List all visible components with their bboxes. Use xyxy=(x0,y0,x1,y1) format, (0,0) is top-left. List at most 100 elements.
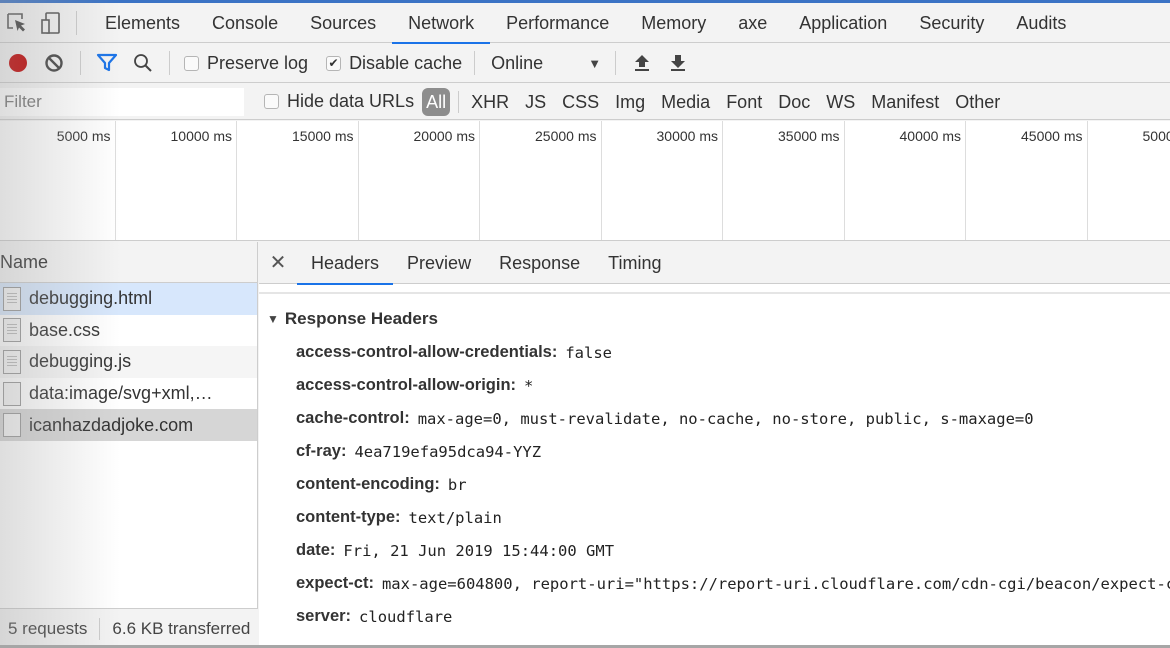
header-name: cf-ray: xyxy=(296,442,347,460)
timeline-division: 25000 ms xyxy=(480,121,602,240)
tab-network[interactable]: Network xyxy=(392,3,491,44)
request-name: base.css xyxy=(29,319,101,340)
header-name: cache-control: xyxy=(296,409,410,427)
record-icon xyxy=(9,54,27,72)
request-row[interactable]: icanhazdadjoke.com xyxy=(0,409,257,441)
type-filter-manifest[interactable]: Manifest xyxy=(863,88,947,116)
timeline-tick-label: 50000 ms xyxy=(1142,128,1170,144)
request-name: icanhazdadjoke.com xyxy=(29,414,194,435)
type-filter-js[interactable]: JS xyxy=(517,88,554,116)
hide-data-urls-label: Hide data URLs xyxy=(287,91,415,111)
header-row[interactable]: content-type: text/plain xyxy=(259,501,1170,534)
throttling-select[interactable]: Online ▼ xyxy=(483,53,601,74)
type-filter-img[interactable]: Img xyxy=(607,88,653,116)
expand-triangle-icon: ▼ xyxy=(267,312,279,326)
timeline-division: 10000 ms xyxy=(116,121,237,240)
details-tab-headers[interactable]: Headers xyxy=(297,242,394,285)
transferred-size: 6.6 KB transferred xyxy=(112,618,251,638)
details-tab-timing[interactable]: Timing xyxy=(594,242,675,284)
details-tab-preview[interactable]: Preview xyxy=(393,242,485,284)
dropdown-arrow-icon: ▼ xyxy=(588,55,602,71)
type-filter-ws[interactable]: WS xyxy=(818,88,863,116)
request-row[interactable]: data:image/svg+xml,… xyxy=(0,378,257,410)
type-filter-xhr[interactable]: XHR xyxy=(463,88,517,116)
close-icon: ✕ xyxy=(269,252,287,274)
header-row[interactable]: date: Fri, 21 Jun 2019 15:44:00 GMT xyxy=(259,534,1170,567)
close-details-button[interactable]: ✕ xyxy=(259,250,297,275)
header-name: content-type: xyxy=(296,508,401,526)
tab-performance[interactable]: Performance xyxy=(490,3,625,43)
disable-cache-checkbox[interactable]: ✔ Disable cache xyxy=(320,53,462,74)
request-name: debugging.html xyxy=(29,288,153,309)
request-row[interactable]: base.css xyxy=(0,315,257,347)
tab-sources[interactable]: Sources xyxy=(294,3,392,43)
filter-input[interactable] xyxy=(0,87,244,116)
header-value: false xyxy=(565,343,613,362)
header-name: content-encoding: xyxy=(296,475,440,493)
devtools-tab-bar: Elements Console Sources Network Performance… xyxy=(0,3,1170,44)
status-bar: 5 requests 6.6 KB transferred xyxy=(0,608,258,648)
header-row[interactable]: cf-ray: 4ea719efa95dca94-YYZ xyxy=(259,435,1170,468)
timeline-tick-label: 25000 ms xyxy=(535,128,597,144)
request-row[interactable]: debugging.js xyxy=(0,346,257,378)
export-har-button[interactable] xyxy=(660,45,696,81)
inspect-element-icon[interactable] xyxy=(0,5,34,41)
preserve-log-box[interactable] xyxy=(184,55,199,71)
tab-memory[interactable]: Memory xyxy=(625,3,722,43)
blank-file-icon xyxy=(3,413,21,438)
clear-button[interactable] xyxy=(36,45,72,81)
separator xyxy=(474,51,476,75)
details-tab-bar: ✕ Headers Preview Response Timing xyxy=(259,242,1170,285)
header-value: br xyxy=(447,475,467,494)
header-row[interactable]: access-control-allow-credentials: false xyxy=(259,336,1170,369)
preserve-log-label: Preserve log xyxy=(207,52,309,73)
type-filter-doc[interactable]: Doc xyxy=(770,88,818,116)
header-row[interactable]: access-control-allow-origin: * xyxy=(259,369,1170,402)
network-overview-timeline[interactable]: 5000 ms 10000 ms 15000 ms 20000 ms 25000 ms 3… xyxy=(0,121,1170,241)
timeline-division: 30000 ms xyxy=(602,121,723,240)
header-row[interactable]: cache-control: max-age=0, must-revalidate… xyxy=(259,402,1170,435)
type-filter-media[interactable]: Media xyxy=(653,88,718,116)
filter-toggle-button[interactable] xyxy=(89,45,125,81)
header-value: * xyxy=(524,376,534,395)
request-count: 5 requests xyxy=(8,618,88,638)
header-value: cloudflare xyxy=(359,607,453,626)
tab-application[interactable]: Application xyxy=(783,3,903,43)
details-tab-response[interactable]: Response xyxy=(485,242,594,284)
tab-elements[interactable]: Elements xyxy=(89,3,196,43)
separator xyxy=(99,617,101,640)
request-row[interactable]: debugging.html xyxy=(0,283,257,315)
response-headers-section-toggle[interactable]: ▼ Response Headers xyxy=(259,302,1170,336)
timeline-tick-label: 40000 ms xyxy=(899,128,961,144)
header-row[interactable]: content-encoding: br xyxy=(259,468,1170,501)
device-toolbar-icon[interactable] xyxy=(34,5,68,41)
type-filter-css[interactable]: CSS xyxy=(554,88,607,116)
clear-icon xyxy=(45,54,63,72)
tab-security[interactable]: Security xyxy=(903,3,1000,43)
type-filter-all[interactable]: All xyxy=(422,87,451,116)
timeline-division: 35000 ms xyxy=(723,121,845,240)
timeline-tick-label: 35000 ms xyxy=(778,128,840,144)
hide-data-urls-box[interactable] xyxy=(264,94,279,109)
header-row[interactable]: expect-ct: max-age=604800, report-uri="ht… xyxy=(259,567,1170,600)
preserve-log-checkbox[interactable]: Preserve log xyxy=(178,53,308,74)
disable-cache-box[interactable]: ✔ xyxy=(326,55,342,71)
scrolled-content-edge xyxy=(259,284,1170,294)
timeline-tick-label: 45000 ms xyxy=(1021,128,1083,144)
document-icon xyxy=(3,349,21,374)
type-filter-font[interactable]: Font xyxy=(718,88,770,116)
tab-console[interactable]: Console xyxy=(196,3,294,43)
search-button[interactable] xyxy=(125,45,161,81)
type-filter-other[interactable]: Other xyxy=(947,88,1008,116)
header-row[interactable]: server: cloudflare xyxy=(259,600,1170,633)
timeline-tick-label: 20000 ms xyxy=(413,128,475,144)
filter-bar: Hide data URLs All XHRJSCSSImgMediaFontDo… xyxy=(0,84,1170,120)
tab-audits[interactable]: Audits xyxy=(1000,3,1082,43)
request-name: data:image/svg+xml,… xyxy=(29,383,213,404)
hide-data-urls-checkbox[interactable]: Hide data URLs xyxy=(258,91,414,112)
tab-axe[interactable]: axe xyxy=(722,3,783,43)
import-har-button[interactable] xyxy=(624,45,660,81)
record-button[interactable] xyxy=(0,45,36,81)
request-name: debugging.js xyxy=(29,351,132,372)
name-column-header[interactable]: Name xyxy=(0,242,257,283)
